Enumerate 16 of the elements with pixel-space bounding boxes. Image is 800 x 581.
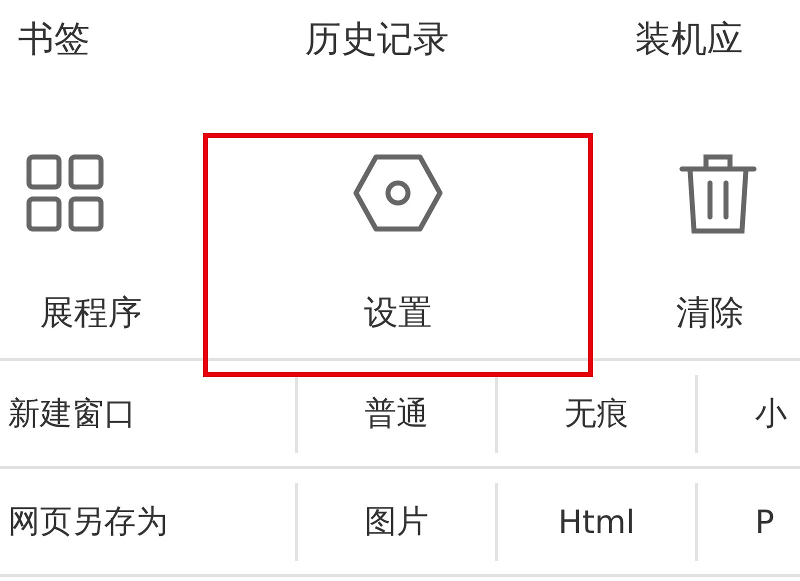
nav-link[interactable]: 书签: [18, 19, 90, 60]
grid-icon: [25, 153, 105, 233]
nav-link[interactable]: 装机应: [635, 19, 743, 60]
option-button[interactable]: 无痕: [564, 392, 628, 436]
row-label: 新建窗口: [8, 392, 136, 434]
option-button[interactable]: P: [755, 502, 774, 540]
tool-item[interactable]: 设置: [203, 133, 593, 377]
tool-item[interactable]: 展程序: [0, 133, 203, 377]
option-button[interactable]: 图片: [364, 500, 428, 544]
option-button[interactable]: Html: [558, 502, 635, 540]
option-button[interactable]: 普通: [364, 392, 428, 436]
settings-icon: [352, 153, 444, 233]
row-label: 网页另存为: [8, 500, 168, 542]
nav-link[interactable]: 历史记录: [305, 19, 449, 60]
option-button[interactable]: 小: [755, 392, 787, 436]
tool-item[interactable]: 清除: [593, 133, 800, 377]
